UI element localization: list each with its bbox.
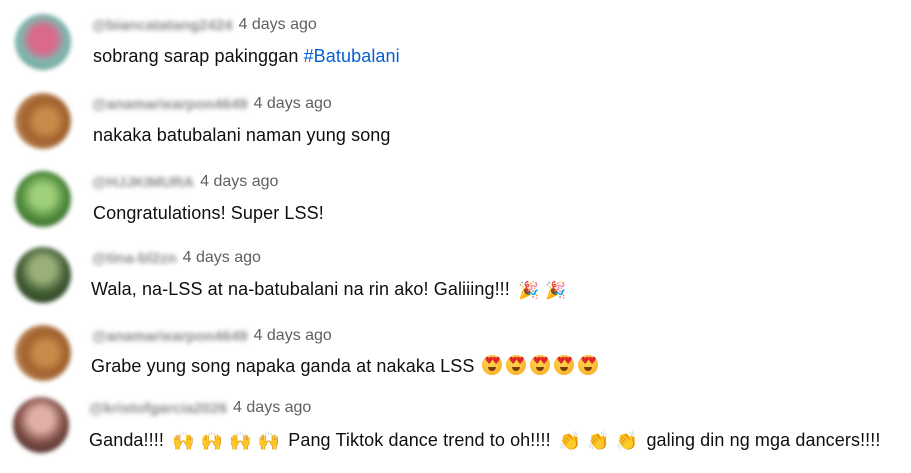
comment-body: Grabe yung song napaka ganda at nakaka L… [91,356,480,376]
comment-item: @biancatatang2424 4 days ago sobrang sar… [0,14,911,90]
author-handle[interactable]: @biancatatang2424 [92,17,233,34]
comment-body: Wala, na-LSS at na-batubalani na rin ako… [91,279,515,299]
comment-body-part3: galing din ng mga dancers!!!! [641,430,881,450]
author-handle[interactable]: @anamariearpon4649 [92,328,248,345]
raised-hands-icon: 🙌 [257,431,281,452]
heart-eyes-emoji-icon [529,355,550,375]
timestamp[interactable]: 4 days ago [200,173,278,191]
comment-body-part1: Ganda!!!! [89,430,170,450]
raised-hands-icon: 🙌 [229,431,252,452]
comment-item: @HJJKIMURA 4 days ago Congratulations! S… [0,171,911,247]
raised-hands-icon: 🙌 [172,431,195,452]
comment-text: Ganda!!!! 🙌 🙌 🙌 🙌 Pang Tiktok dance trend t… [89,430,881,451]
raised-hands-icon: 🙌 [200,431,224,452]
avatar[interactable] [15,247,71,303]
comment-text: Congratulations! Super LSS! [93,203,324,223]
comment-body-part2: Pang Tiktok dance trend to oh!!!! [283,430,556,450]
author-handle[interactable]: @kristofgarcia2026 [89,400,227,417]
comment-item: @tina-bl2zn 4 days ago Wala, na-LSS at n… [0,247,911,323]
comment-item: @kristofgarcia2026 4 days ago Ganda!!!! … [0,397,911,473]
timestamp[interactable]: 4 days ago [254,95,332,113]
avatar[interactable] [15,14,71,70]
avatar[interactable] [15,93,71,149]
timestamp[interactable]: 4 days ago [239,16,317,34]
avatar[interactable] [15,325,71,381]
heart-eyes-emoji-icon [481,355,502,375]
comment-meta: @anamariearpon4649 4 days ago [92,325,332,347]
comment-text: sobrang sarap pakinggan #Batubalani [93,46,400,67]
avatar[interactable] [13,397,69,453]
comment-text: nakaka batubalani naman yung song [93,125,391,145]
timestamp[interactable]: 4 days ago [254,327,332,345]
comment-meta: @HJJKIMURA 4 days ago [92,171,278,193]
comment-body: sobrang sarap pakinggan [93,46,304,66]
timestamp[interactable]: 4 days ago [233,399,311,417]
comment-meta: @biancatatang2424 4 days ago [92,14,317,36]
hashtag-link[interactable]: #Batubalani [304,46,400,66]
author-handle[interactable]: @HJJKIMURA [92,174,194,191]
avatar[interactable] [15,171,71,227]
heart-eyes-emoji-icon [505,355,526,375]
comment-text: Grabe yung song napaka ganda at nakaka L… [91,355,600,377]
party-popper-icon: 🎉 [545,281,567,301]
author-handle[interactable]: @anamariearpon4649 [92,96,248,113]
comment-item: @anamariearpon4649 4 days ago nakaka bat… [0,93,911,169]
comment-item: @anamariearpon4649 4 days ago Grabe yung… [0,325,911,401]
party-popper-icon: 🎉 [517,281,540,301]
comment-text: Wala, na-LSS at na-batubalani na rin ako… [91,279,570,300]
heart-eyes-emoji-icon [553,355,574,375]
clapping-hands-icon: 👏 [615,431,639,452]
comment-meta: @anamariearpon4649 4 days ago [92,93,332,115]
clapping-hands-icon: 👏 [587,431,610,452]
timestamp[interactable]: 4 days ago [183,249,261,267]
author-handle[interactable]: @tina-bl2zn [92,250,177,267]
comment-meta: @kristofgarcia2026 4 days ago [89,397,311,419]
clapping-hands-icon: 👏 [558,431,582,452]
heart-eyes-emoji-icon [577,355,598,375]
comment-meta: @tina-bl2zn 4 days ago [92,247,261,269]
